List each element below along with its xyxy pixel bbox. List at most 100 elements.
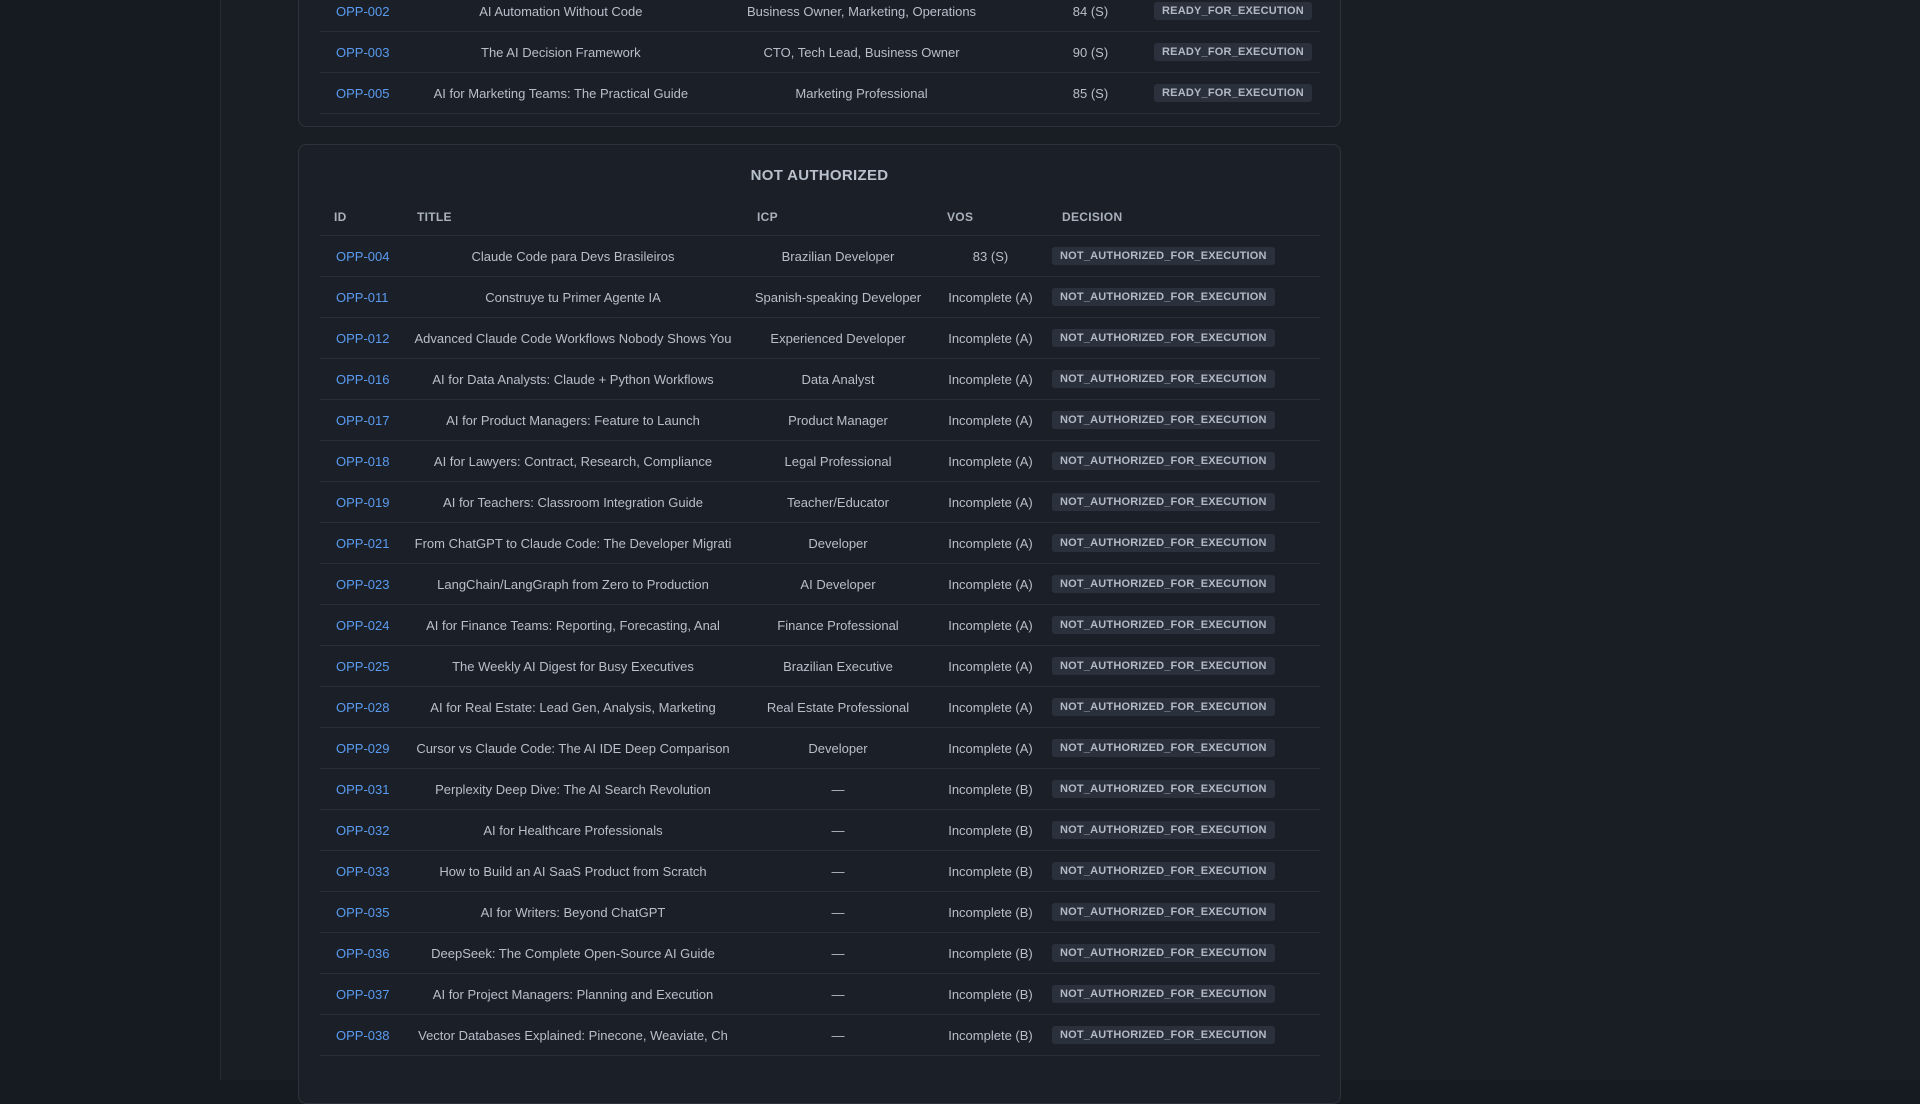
cell-decision: READY_FOR_EXECUTION [1150,0,1320,32]
table-row[interactable]: OPP-029 Cursor vs Claude Code: The AI IDE… [320,727,1320,769]
opportunity-id-link[interactable]: OPP-025 [336,659,389,674]
opportunity-id-link[interactable]: OPP-031 [336,782,389,797]
opportunity-id-link[interactable]: OPP-018 [336,454,389,469]
opportunity-id-link[interactable]: OPP-035 [336,905,389,920]
cell-title: The Weekly AI Digest for Busy Executives [403,645,743,687]
opportunity-id-link[interactable]: OPP-029 [336,741,389,756]
opportunity-vos: Incomplete (B) [948,822,1033,838]
opportunity-icp: Spanish-speaking Developer [754,289,922,305]
cell-title: Cursor vs Claude Code: The AI IDE Deep C… [403,727,743,769]
cell-vos: Incomplete (A) [933,440,1048,482]
opportunity-id-link[interactable]: OPP-017 [336,413,389,428]
opportunity-title: Construye tu Primer Agente IA [485,289,661,305]
cell-icp: Developer [743,522,933,564]
opportunity-id-link[interactable]: OPP-037 [336,987,389,1002]
opportunity-id-link[interactable]: OPP-032 [336,823,389,838]
decision-badge: READY_FOR_EXECUTION [1154,2,1312,20]
opportunity-id-link[interactable]: OPP-038 [336,1028,389,1043]
opportunity-id-link[interactable]: OPP-019 [336,495,389,510]
table-row[interactable]: OPP-002 AI Automation Without Code Busines… [320,0,1320,32]
opportunity-id-link[interactable]: OPP-021 [336,536,389,551]
header-icp[interactable]: ICP [743,199,933,236]
table-row[interactable]: OPP-005 AI for Marketing Teams: The Pract… [320,72,1320,114]
opportunity-icp: Developer [808,535,868,551]
decision-badge: NOT_AUTHORIZED_FOR_EXECUTION [1052,534,1275,552]
cell-title: AI for Teachers: Classroom Integration G… [403,481,743,523]
cell-id: OPP-023 [320,563,403,605]
opportunity-id-link[interactable]: OPP-028 [336,700,389,715]
cell-title: AI for Writers: Beyond ChatGPT [403,891,743,933]
table-row[interactable]: OPP-032 AI for Healthcare Professionals — I… [320,809,1320,851]
opportunity-id-link[interactable]: OPP-003 [336,45,389,60]
opportunity-vos: Incomplete (B) [948,986,1033,1002]
table-row[interactable]: OPP-023 LangChain/LangGraph from Zero to … [320,563,1320,605]
opportunity-vos: 83 (S) [972,248,1009,264]
cell-title: AI for Lawyers: Contract, Research, Comp… [403,440,743,482]
opportunity-id-link[interactable]: OPP-024 [336,618,389,633]
opportunity-title: LangChain/LangGraph from Zero to Product… [437,576,709,592]
table-row[interactable]: OPP-024 AI for Finance Teams: Reporting, … [320,604,1320,646]
opportunity-vos: Incomplete (B) [948,945,1033,961]
opportunity-title: AI for Real Estate: Lead Gen, Analysis, … [430,699,716,715]
cell-decision: READY_FOR_EXECUTION [1150,31,1320,73]
cell-icp: Brazilian Developer [743,235,933,277]
opportunity-vos: Incomplete (A) [948,576,1033,592]
cell-id: OPP-036 [320,932,403,974]
opportunity-icp: Business Owner, Marketing, Operations [747,3,977,19]
opportunity-id-link[interactable]: OPP-036 [336,946,389,961]
cell-decision: NOT_AUTHORIZED_FOR_EXECUTION [1048,276,1320,318]
table-row[interactable]: OPP-011 Construye tu Primer Agente IA Span… [320,276,1320,318]
cell-decision: NOT_AUTHORIZED_FOR_EXECUTION [1048,317,1320,359]
cell-decision: NOT_AUTHORIZED_FOR_EXECUTION [1048,973,1320,1015]
header-decision[interactable]: DECISION [1048,199,1320,236]
opportunity-icp: — [831,781,845,797]
table-row[interactable]: OPP-021 From ChatGPT to Claude Code: The … [320,522,1320,564]
opportunity-title: AI for Product Managers: Feature to Laun… [446,412,700,428]
opportunity-icp: — [831,986,845,1002]
opportunity-vos: Incomplete (A) [948,658,1033,674]
cell-icp: — [743,891,933,933]
cell-icp: — [743,809,933,851]
table-row[interactable]: OPP-031 Perplexity Deep Dive: The AI Sear… [320,768,1320,810]
cell-vos: Incomplete (A) [933,727,1048,769]
cell-id: OPP-021 [320,522,403,564]
decision-badge: NOT_AUTHORIZED_FOR_EXECUTION [1052,862,1275,880]
opportunity-id-link[interactable]: OPP-005 [336,86,389,101]
table-row[interactable]: OPP-033 How to Build an AI SaaS Product f… [320,850,1320,892]
header-id[interactable]: ID [320,199,403,236]
opportunity-title: Cursor vs Claude Code: The AI IDE Deep C… [416,740,730,756]
opportunity-id-link[interactable]: OPP-023 [336,577,389,592]
header-vos[interactable]: VOS [933,199,1048,236]
decision-badge: NOT_AUTHORIZED_FOR_EXECUTION [1052,985,1275,1003]
decision-badge: NOT_AUTHORIZED_FOR_EXECUTION [1052,288,1275,306]
table-row[interactable]: OPP-017 AI for Product Managers: Feature … [320,399,1320,441]
table-row[interactable]: OPP-003 The AI Decision Framework CTO, Tec… [320,31,1320,73]
opportunity-icp: — [831,863,845,879]
cell-id: OPP-016 [320,358,403,400]
cell-id: OPP-012 [320,317,403,359]
opportunity-id-link[interactable]: OPP-033 [336,864,389,879]
table-row[interactable]: OPP-025 The Weekly AI Digest for Busy Exe… [320,645,1320,687]
table-row[interactable]: OPP-036 DeepSeek: The Complete Open-Sourc… [320,932,1320,974]
cell-icp: Teacher/Educator [743,481,933,523]
header-title[interactable]: TITLE [403,199,743,236]
table-row[interactable]: OPP-037 AI for Project Managers: Planning… [320,973,1320,1015]
opportunity-id-link[interactable]: OPP-011 [336,290,389,305]
table-row[interactable]: OPP-018 AI for Lawyers: Contract, Researc… [320,440,1320,482]
cell-decision: NOT_AUTHORIZED_FOR_EXECUTION [1048,440,1320,482]
table-row[interactable]: OPP-028 AI for Real Estate: Lead Gen, Ana… [320,686,1320,728]
opportunity-title: AI for Project Managers: Planning and Ex… [432,986,714,1002]
opportunity-id-link[interactable]: OPP-016 [336,372,389,387]
decision-badge: NOT_AUTHORIZED_FOR_EXECUTION [1052,821,1275,839]
opportunity-id-link[interactable]: OPP-004 [336,249,389,264]
opportunity-id-link[interactable]: OPP-012 [336,331,389,346]
table-row[interactable]: OPP-004 Claude Code para Devs Brasileiros… [320,235,1320,277]
table-row[interactable]: OPP-019 AI for Teachers: Classroom Integr… [320,481,1320,523]
opportunity-id-link[interactable]: OPP-002 [336,4,389,19]
table-row[interactable]: OPP-035 AI for Writers: Beyond ChatGPT — In… [320,891,1320,933]
table-row[interactable]: OPP-038 Vector Databases Explained: Pinec… [320,1014,1320,1056]
table-row[interactable]: OPP-016 AI for Data Analysts: Claude + Py… [320,358,1320,400]
cell-icp: Brazilian Executive [743,645,933,687]
table-row[interactable]: OPP-012 Advanced Claude Code Workflows No… [320,317,1320,359]
opportunity-title: DeepSeek: The Complete Open-Source AI Gu… [431,945,715,961]
